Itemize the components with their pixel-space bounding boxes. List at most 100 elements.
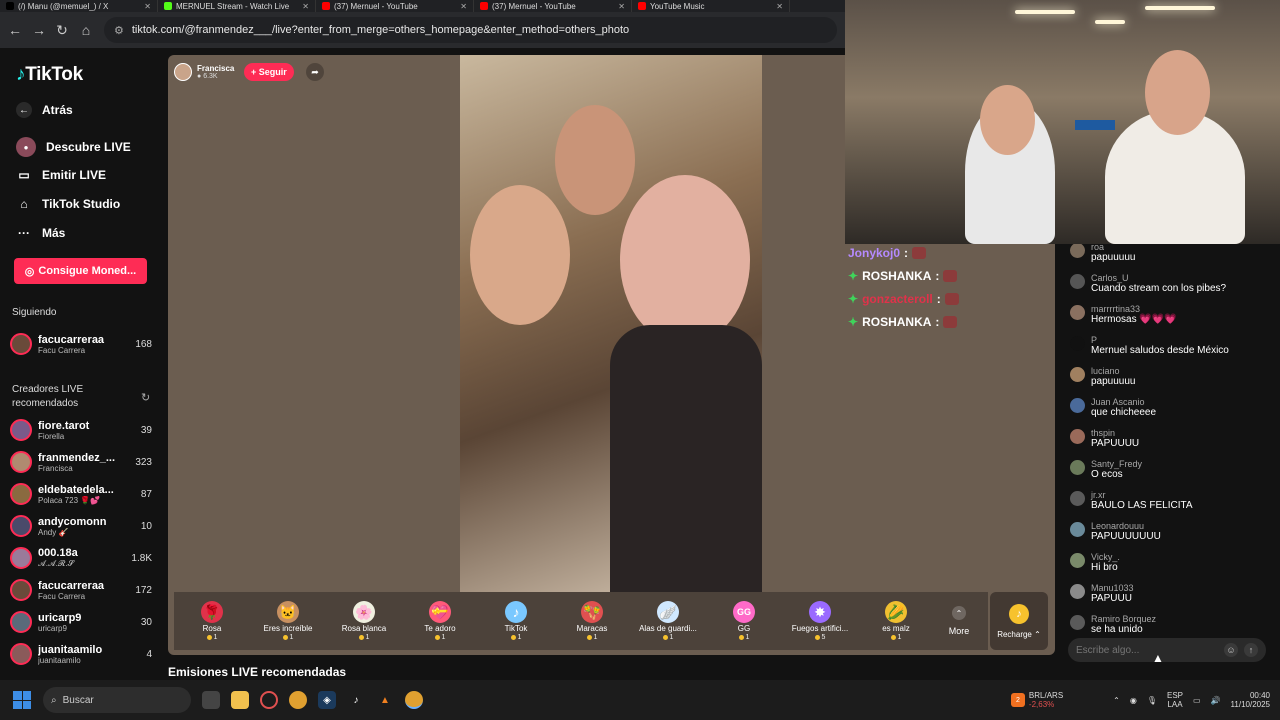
creator-username: facucarreraa: [38, 579, 105, 592]
live-chat[interactable]: roa papuuuuu Carlos_U Cuando stream con los…: [1062, 244, 1280, 636]
close-tab-icon[interactable]: ✕: [618, 2, 625, 11]
app-icon[interactable]: [260, 691, 278, 709]
close-tab-icon[interactable]: ✕: [302, 2, 309, 11]
chat-message[interactable]: Manu1033 PAPUUU: [1070, 583, 1276, 604]
viewer-count: 323: [135, 456, 152, 468]
browser-tab[interactable]: (37) Mernuel - YouTube ✕: [474, 0, 632, 12]
chat-message[interactable]: Santy_Fredy O ecos: [1070, 459, 1276, 480]
chevron-up-icon[interactable]: ⌃: [1113, 696, 1120, 705]
gift-item[interactable]: GG GG 1: [706, 592, 782, 650]
browser-tab[interactable]: YouTube Music ✕: [632, 0, 790, 12]
close-tab-icon[interactable]: ✕: [144, 2, 151, 11]
site-info-icon[interactable]: ⚙: [114, 24, 124, 37]
back-link[interactable]: ← Atrás: [16, 102, 73, 118]
mic-icon[interactable]: 🎙: [1147, 696, 1157, 705]
volume-icon[interactable]: 🔊: [1211, 696, 1221, 705]
gift-item[interactable]: 🐱 Eres increíble 1: [250, 592, 326, 650]
clock[interactable]: 00:40 11/10/2025: [1231, 691, 1270, 709]
gift-item[interactable]: 🌸 Rosa blanca 1: [326, 592, 402, 650]
browser-tab[interactable]: MERNUEL Stream - Watch Live ✕: [158, 0, 316, 12]
chat-avatar: [1070, 244, 1085, 258]
gift-icon: 🌹: [201, 601, 223, 623]
coin-icon: [510, 635, 516, 640]
chat-input[interactable]: ☺ ↑: [1068, 638, 1266, 662]
nav-tiktok-studio[interactable]: ⌂ TikTok Studio: [16, 196, 120, 212]
gift-item[interactable]: ♪ TikTok 1: [478, 592, 554, 650]
ticker-widget[interactable]: 2 BRL/ARS -2,63%: [1010, 691, 1063, 709]
task-view-icon[interactable]: [202, 691, 220, 709]
display-icon[interactable]: ▭: [1193, 696, 1201, 705]
creator-item[interactable]: facucarreraa Facu Carrera 172: [10, 575, 152, 605]
gift-item[interactable]: ✸ Fuegos artifici... 5: [782, 592, 858, 650]
gift-item[interactable]: 🪇 Maracas 1: [554, 592, 630, 650]
gift-item[interactable]: 💝 Te adoro 1: [402, 592, 478, 650]
chat-avatar: [1070, 398, 1085, 413]
refresh-icon[interactable]: ↻: [141, 391, 150, 404]
get-coins-button[interactable]: ◎ Consigue Moned...: [14, 258, 147, 284]
close-tab-icon[interactable]: ✕: [776, 2, 783, 11]
nav-discover-live[interactable]: ● Descubre LIVE: [16, 137, 131, 157]
live-video[interactable]: [460, 55, 762, 592]
chat-message[interactable]: thspin PAPUUUU: [1070, 428, 1276, 449]
back-arrow-icon[interactable]: ←: [8, 22, 22, 38]
gift-item[interactable]: 🪽 Alas de guardi... 1: [630, 592, 706, 650]
file-explorer-icon[interactable]: [231, 691, 249, 709]
close-tab-icon[interactable]: ✕: [460, 2, 467, 11]
creator-item[interactable]: juanitaamilo juanitaamilo 4: [10, 639, 152, 669]
host-info[interactable]: Francisca ● 6.3K: [174, 61, 234, 83]
emoji-icon[interactable]: ☺: [1224, 643, 1238, 657]
chat-message[interactable]: marrrrtina33 Hermosas 💗💗💗: [1070, 304, 1276, 325]
follow-button[interactable]: + Seguir: [244, 63, 294, 81]
chat-message[interactable]: Ramiro Borquez se ha unido: [1070, 614, 1276, 635]
taskbar-search[interactable]: ⌕ Buscar: [43, 687, 191, 713]
gift-emote-icon: [912, 247, 927, 259]
browser-tab[interactable]: (/) Manu (@memuel_) / X ✕: [0, 0, 158, 12]
creator-item[interactable]: eldebatedela... Polaca 723 🌹💕 87: [10, 479, 152, 509]
gift-price: 1: [206, 634, 217, 641]
nav-more[interactable]: ··· Más: [16, 225, 65, 241]
language-indicator[interactable]: ESP LAA: [1167, 691, 1183, 709]
chat-message[interactable]: roa papuuuuu: [1070, 244, 1276, 263]
host-avatar[interactable]: [174, 63, 192, 81]
creator-item[interactable]: facucarreraa Facu Carrera 168: [10, 329, 152, 359]
more-gifts-button[interactable]: ⌃ More: [934, 592, 984, 650]
recharge-button[interactable]: ♪ Recharge ⌃: [990, 592, 1048, 650]
chat-message[interactable]: jr.xr BAULO LAS FELICITA: [1070, 490, 1276, 511]
vlc-icon[interactable]: ▲: [376, 691, 394, 709]
nav-go-live[interactable]: ▭ Emitir LIVE: [16, 167, 106, 183]
tiktok-icon[interactable]: ♪: [347, 691, 365, 709]
coin-icon: [434, 635, 440, 640]
tiktok-logo[interactable]: ♪TikTok: [16, 64, 83, 86]
steam-icon[interactable]: ◈: [318, 691, 336, 709]
chat-text: se ha unido: [1091, 624, 1143, 635]
reload-icon[interactable]: ↻: [56, 22, 68, 39]
windows-start-icon[interactable]: [13, 691, 31, 709]
chat-message[interactable]: Juan Ascanio que chicheeee: [1070, 397, 1276, 418]
chat-message[interactable]: Leonardouuu PAPUUUUUUU: [1070, 521, 1276, 542]
chat-message[interactable]: Carlos_U Cuando stream con los pibes?: [1070, 273, 1276, 294]
creator-item[interactable]: franmendez_... Francisca 323: [10, 447, 152, 477]
search-icon: ⌕: [51, 694, 57, 706]
creator-item[interactable]: uricarp9 uricarp9 30: [10, 607, 152, 637]
gift-item[interactable]: 🌹 Rosa 1: [174, 592, 250, 650]
gift-item[interactable]: 🌽 es malz 1: [858, 592, 934, 650]
coin-icon: ♪: [1009, 603, 1029, 624]
network-icon[interactable]: ◉: [1130, 696, 1137, 705]
chrome-active-icon[interactable]: [405, 691, 423, 709]
chat-message[interactable]: Vicky_. Hi bro: [1070, 552, 1276, 573]
chat-message[interactable]: P Mernuel saludos desde México: [1070, 335, 1276, 356]
address-bar[interactable]: ⚙ tiktok.com/@franmendez___/live?enter_f…: [104, 17, 837, 43]
creator-item[interactable]: 000.18a 𝓐.𝓐.𝓡.𝓢 1.8K: [10, 543, 152, 573]
forward-arrow-icon[interactable]: →: [32, 22, 46, 38]
chat-message[interactable]: luciano papuuuuu: [1070, 366, 1276, 387]
chat-username: Ramiro Borquez: [1091, 614, 1157, 624]
browser-tab[interactable]: (37) Mernuel - YouTube ✕: [316, 0, 474, 12]
share-icon[interactable]: ➦: [306, 63, 324, 81]
chat-input-field[interactable]: [1076, 644, 1218, 656]
creator-item[interactable]: andycomonn Andy 🎸 10: [10, 511, 152, 541]
home-icon[interactable]: ⌂: [80, 22, 92, 38]
send-icon[interactable]: ↑: [1244, 643, 1258, 657]
creator-username: fiore.tarot: [38, 419, 90, 432]
chrome-icon[interactable]: [289, 691, 307, 709]
creator-item[interactable]: fiore.tarot Fiorella 39: [10, 415, 152, 445]
